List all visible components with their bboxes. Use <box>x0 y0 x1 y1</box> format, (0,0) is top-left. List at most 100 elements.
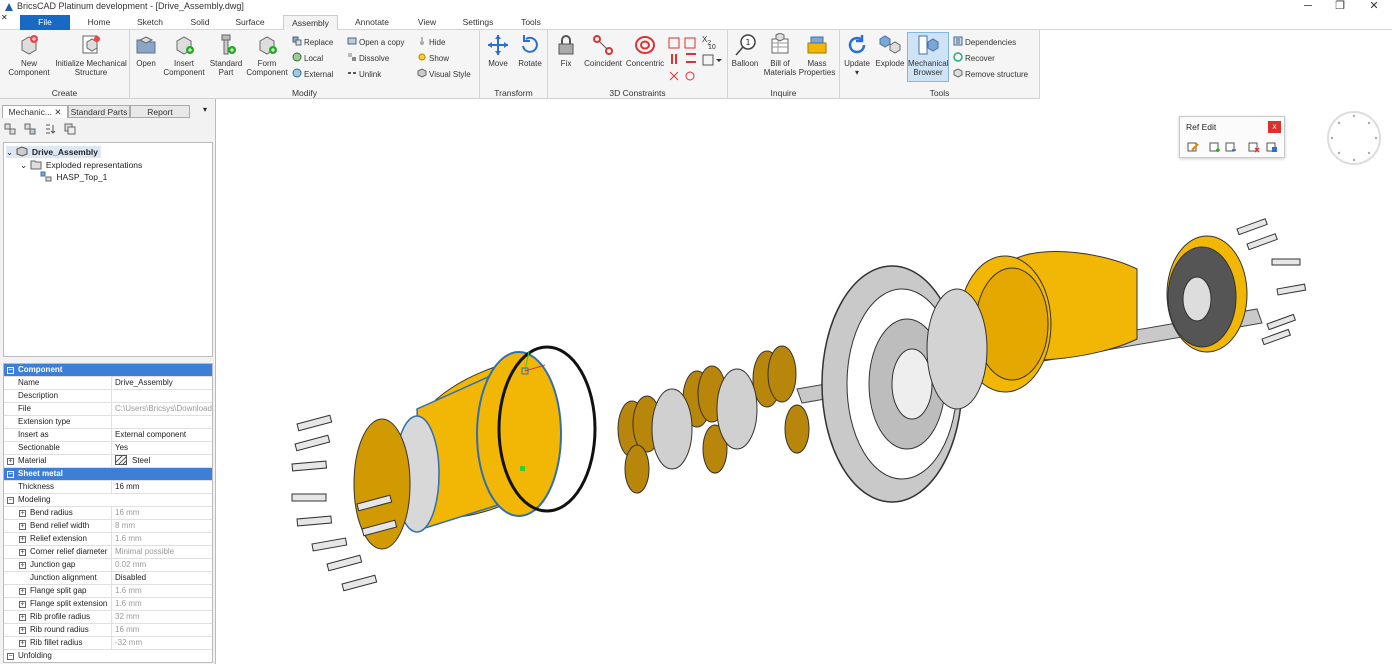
property-value[interactable]: 1.6 mm <box>111 598 212 611</box>
collapse-toggle-icon[interactable]: − <box>7 497 14 504</box>
edit-reference-icon[interactable] <box>1187 141 1199 153</box>
property-row[interactable]: + Rib round radius 16 mm <box>4 624 212 637</box>
property-value[interactable]: 0.02 mm <box>111 559 212 572</box>
property-value[interactable]: 32 mm <box>111 611 212 624</box>
property-value[interactable]: Drive_Assembly <box>111 377 212 390</box>
property-row[interactable]: Name Drive_Assembly <box>4 377 212 390</box>
form-component-button[interactable]: Form Component <box>244 33 290 77</box>
dissolve-button[interactable]: Dissolve <box>347 52 389 64</box>
property-value[interactable]: 16 mm <box>111 624 212 637</box>
property-section-header[interactable]: − Component <box>4 364 212 377</box>
tree-node-root[interactable]: ⌄ Drive_Assembly <box>6 146 102 158</box>
new-component-button[interactable]: New Component <box>4 33 54 77</box>
property-row[interactable]: Junction alignment Disabled <box>4 572 212 585</box>
replace-button[interactable]: Replace <box>292 36 333 48</box>
property-value[interactable]: 1.6 mm <box>111 533 212 546</box>
navigation-wheel-icon[interactable] <box>1326 110 1382 166</box>
tab-file[interactable]: File <box>20 15 70 30</box>
property-value[interactable]: 8 mm <box>111 520 212 533</box>
tab-mechanical-browser[interactable]: Mechanic... ✕ <box>2 105 68 118</box>
property-value[interactable]: Yes <box>111 442 212 455</box>
bill-of-materials-button[interactable]: Bill of Materials <box>762 33 798 77</box>
collapse-toggle-icon[interactable]: − <box>7 367 14 374</box>
property-value[interactable]: 16 mm <box>111 481 212 494</box>
hide-button[interactable]: Hide <box>417 36 445 48</box>
tree-node-exploded[interactable]: ⌄ Exploded representations <box>20 159 142 171</box>
tab-annotate[interactable]: Annotate <box>346 15 398 30</box>
property-value[interactable]: -32 mm <box>111 637 212 650</box>
ref-edit-close-button[interactable]: x <box>1268 121 1281 133</box>
collapse-toggle-icon[interactable]: − <box>7 653 14 660</box>
expand-toggle-icon[interactable]: + <box>19 627 26 634</box>
recover-button[interactable]: Recover <box>953 52 995 64</box>
panel-menu-dropdown-icon[interactable]: ▾ <box>203 105 207 114</box>
property-row[interactable]: File C:\Users\Bricsys\Downloads <box>4 403 212 416</box>
external-button[interactable]: External <box>292 68 333 80</box>
tab-settings[interactable]: Settings <box>454 15 502 30</box>
insert-component-button[interactable]: Insert Component <box>162 33 206 77</box>
expand-toggle-icon[interactable]: + <box>19 510 26 517</box>
standard-part-button[interactable]: Standard Part <box>206 33 246 77</box>
property-row[interactable]: + Material Steel <box>4 455 212 468</box>
expand-toggle-icon[interactable]: + <box>19 614 26 621</box>
property-value[interactable]: 1.6 mm <box>111 585 212 598</box>
constraint-icons-column-2[interactable] <box>684 36 698 96</box>
rotate-button[interactable]: Rotate <box>515 33 545 68</box>
mass-properties-button[interactable]: Mass Properties <box>798 33 836 77</box>
property-row[interactable]: + Junction gap 0.02 mm <box>4 559 212 572</box>
update-button[interactable]: Update ▾ <box>842 33 872 77</box>
property-row[interactable]: Description <box>4 390 212 403</box>
property-row[interactable]: + Flange split gap 1.6 mm <box>4 585 212 598</box>
init-mechanical-structure-button[interactable]: Initialize Mechanical Structure <box>54 33 128 77</box>
explode-button[interactable]: Explode <box>874 33 906 68</box>
property-value[interactable] <box>111 416 212 429</box>
property-value[interactable]: 16 mm <box>111 507 212 520</box>
constraint-dropdown-icon[interactable] <box>702 54 722 66</box>
discard-changes-icon[interactable] <box>1248 141 1260 153</box>
expand-chevron-icon[interactable]: ⌄ <box>20 160 27 170</box>
expand-toggle-icon[interactable]: + <box>19 562 26 569</box>
property-value[interactable]: Steel <box>111 455 212 468</box>
tab-solid[interactable]: Solid <box>176 15 224 30</box>
property-row[interactable]: Insert as External component <box>4 429 212 442</box>
collapse-toggle-icon[interactable]: − <box>7 471 14 478</box>
update-dropdown-icon[interactable]: ▾ <box>855 68 859 77</box>
tab-tools[interactable]: Tools <box>507 15 555 30</box>
open-button[interactable]: Open <box>132 33 160 68</box>
tab-assembly[interactable]: Assembly <box>283 15 338 30</box>
property-row[interactable]: + Rib profile radius 32 mm <box>4 611 212 624</box>
property-row[interactable]: + Flange split extension 1.6 mm <box>4 598 212 611</box>
property-value[interactable] <box>111 390 212 403</box>
remove-from-set-icon[interactable] <box>1225 141 1237 153</box>
restore-button[interactable]: ❐ <box>1328 0 1352 13</box>
close-button[interactable]: ✕ <box>1362 0 1386 13</box>
constraint-icons-column-1[interactable] <box>668 36 682 96</box>
property-value[interactable]: Disabled <box>111 572 212 585</box>
property-value[interactable]: External component <box>111 429 212 442</box>
minimize-button[interactable]: ─ <box>1296 0 1320 13</box>
property-row[interactable]: + Relief extension 1.6 mm <box>4 533 212 546</box>
property-row[interactable]: Sectionable Yes <box>4 442 212 455</box>
local-button[interactable]: Local <box>292 52 323 64</box>
visual-style-button[interactable]: Visual Style <box>417 68 471 80</box>
tab-report[interactable]: Report <box>130 105 190 118</box>
fix-button[interactable]: Fix <box>552 33 580 68</box>
expand-toggle-icon[interactable]: + <box>19 640 26 647</box>
expand-all-icon[interactable] <box>4 123 16 135</box>
quick-close-icon[interactable]: ✕ <box>1 13 8 22</box>
property-row[interactable]: Extension type <box>4 416 212 429</box>
expand-toggle-icon[interactable]: + <box>19 601 26 608</box>
property-category[interactable]: − Unfolding <box>4 650 212 662</box>
expand-chevron-icon[interactable]: ⌄ <box>6 147 13 157</box>
drive-assembly-model[interactable] <box>217 99 1392 664</box>
save-changes-icon[interactable] <box>1266 141 1278 153</box>
tab-sketch[interactable]: Sketch <box>126 15 174 30</box>
add-to-set-icon[interactable] <box>1209 141 1221 153</box>
property-value[interactable]: C:\Users\Bricsys\Downloads <box>111 403 212 416</box>
property-row[interactable]: + Bend radius 16 mm <box>4 507 212 520</box>
property-row[interactable]: + Corner relief diameter Minimal possible <box>4 546 212 559</box>
expand-toggle-icon[interactable]: + <box>7 458 14 465</box>
close-tab-icon[interactable]: ✕ <box>54 107 61 117</box>
dependencies-button[interactable]: Dependencies <box>953 36 1016 48</box>
tab-home[interactable]: Home <box>75 15 123 30</box>
